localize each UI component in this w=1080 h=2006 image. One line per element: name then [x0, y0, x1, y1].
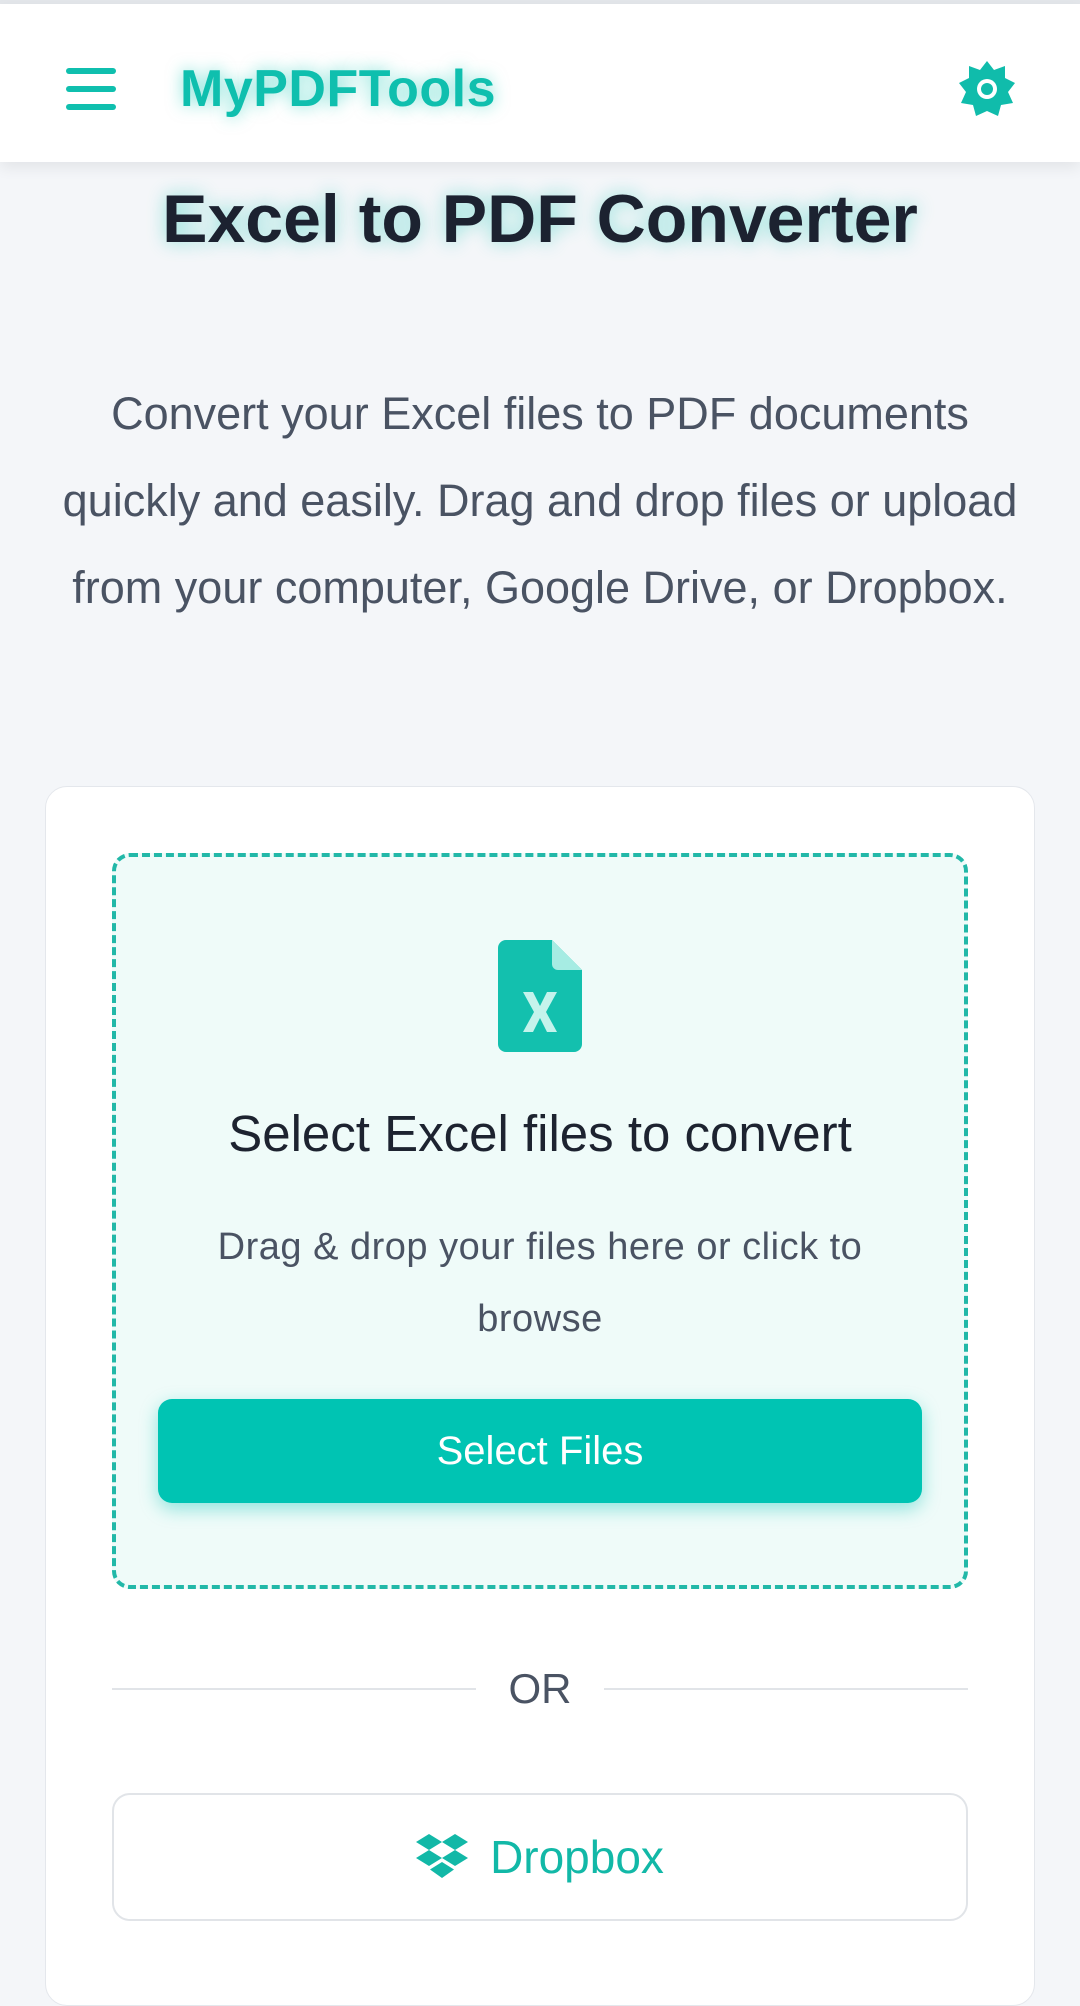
select-files-button[interactable]: Select Files [158, 1399, 922, 1503]
settings-button[interactable] [950, 52, 1024, 126]
brand-logo-text[interactable]: MyPDFTools [180, 54, 496, 124]
divider-left [112, 1688, 476, 1690]
top-navbar: MyPDFTools [0, 4, 1080, 162]
menu-button[interactable] [56, 54, 126, 124]
page-description: Convert your Excel files to PDF document… [62, 388, 1018, 613]
dropzone-subtitle: Drag & drop your files here or click to … [217, 1226, 863, 1340]
dropbox-icon [416, 1834, 469, 1878]
dropbox-label: Dropbox [490, 1831, 664, 1883]
or-separator: OR [508, 1665, 572, 1712]
hamburger-menu-icon [66, 68, 116, 110]
gear-icon [959, 61, 1015, 116]
dropbox-button[interactable]: Dropbox [112, 1793, 968, 1921]
page-title: Excel to PDF Converter [162, 181, 918, 257]
dropzone-title: Select Excel files to convert [228, 1105, 852, 1162]
divider-right [604, 1688, 968, 1690]
excel-file-icon [498, 940, 582, 1052]
